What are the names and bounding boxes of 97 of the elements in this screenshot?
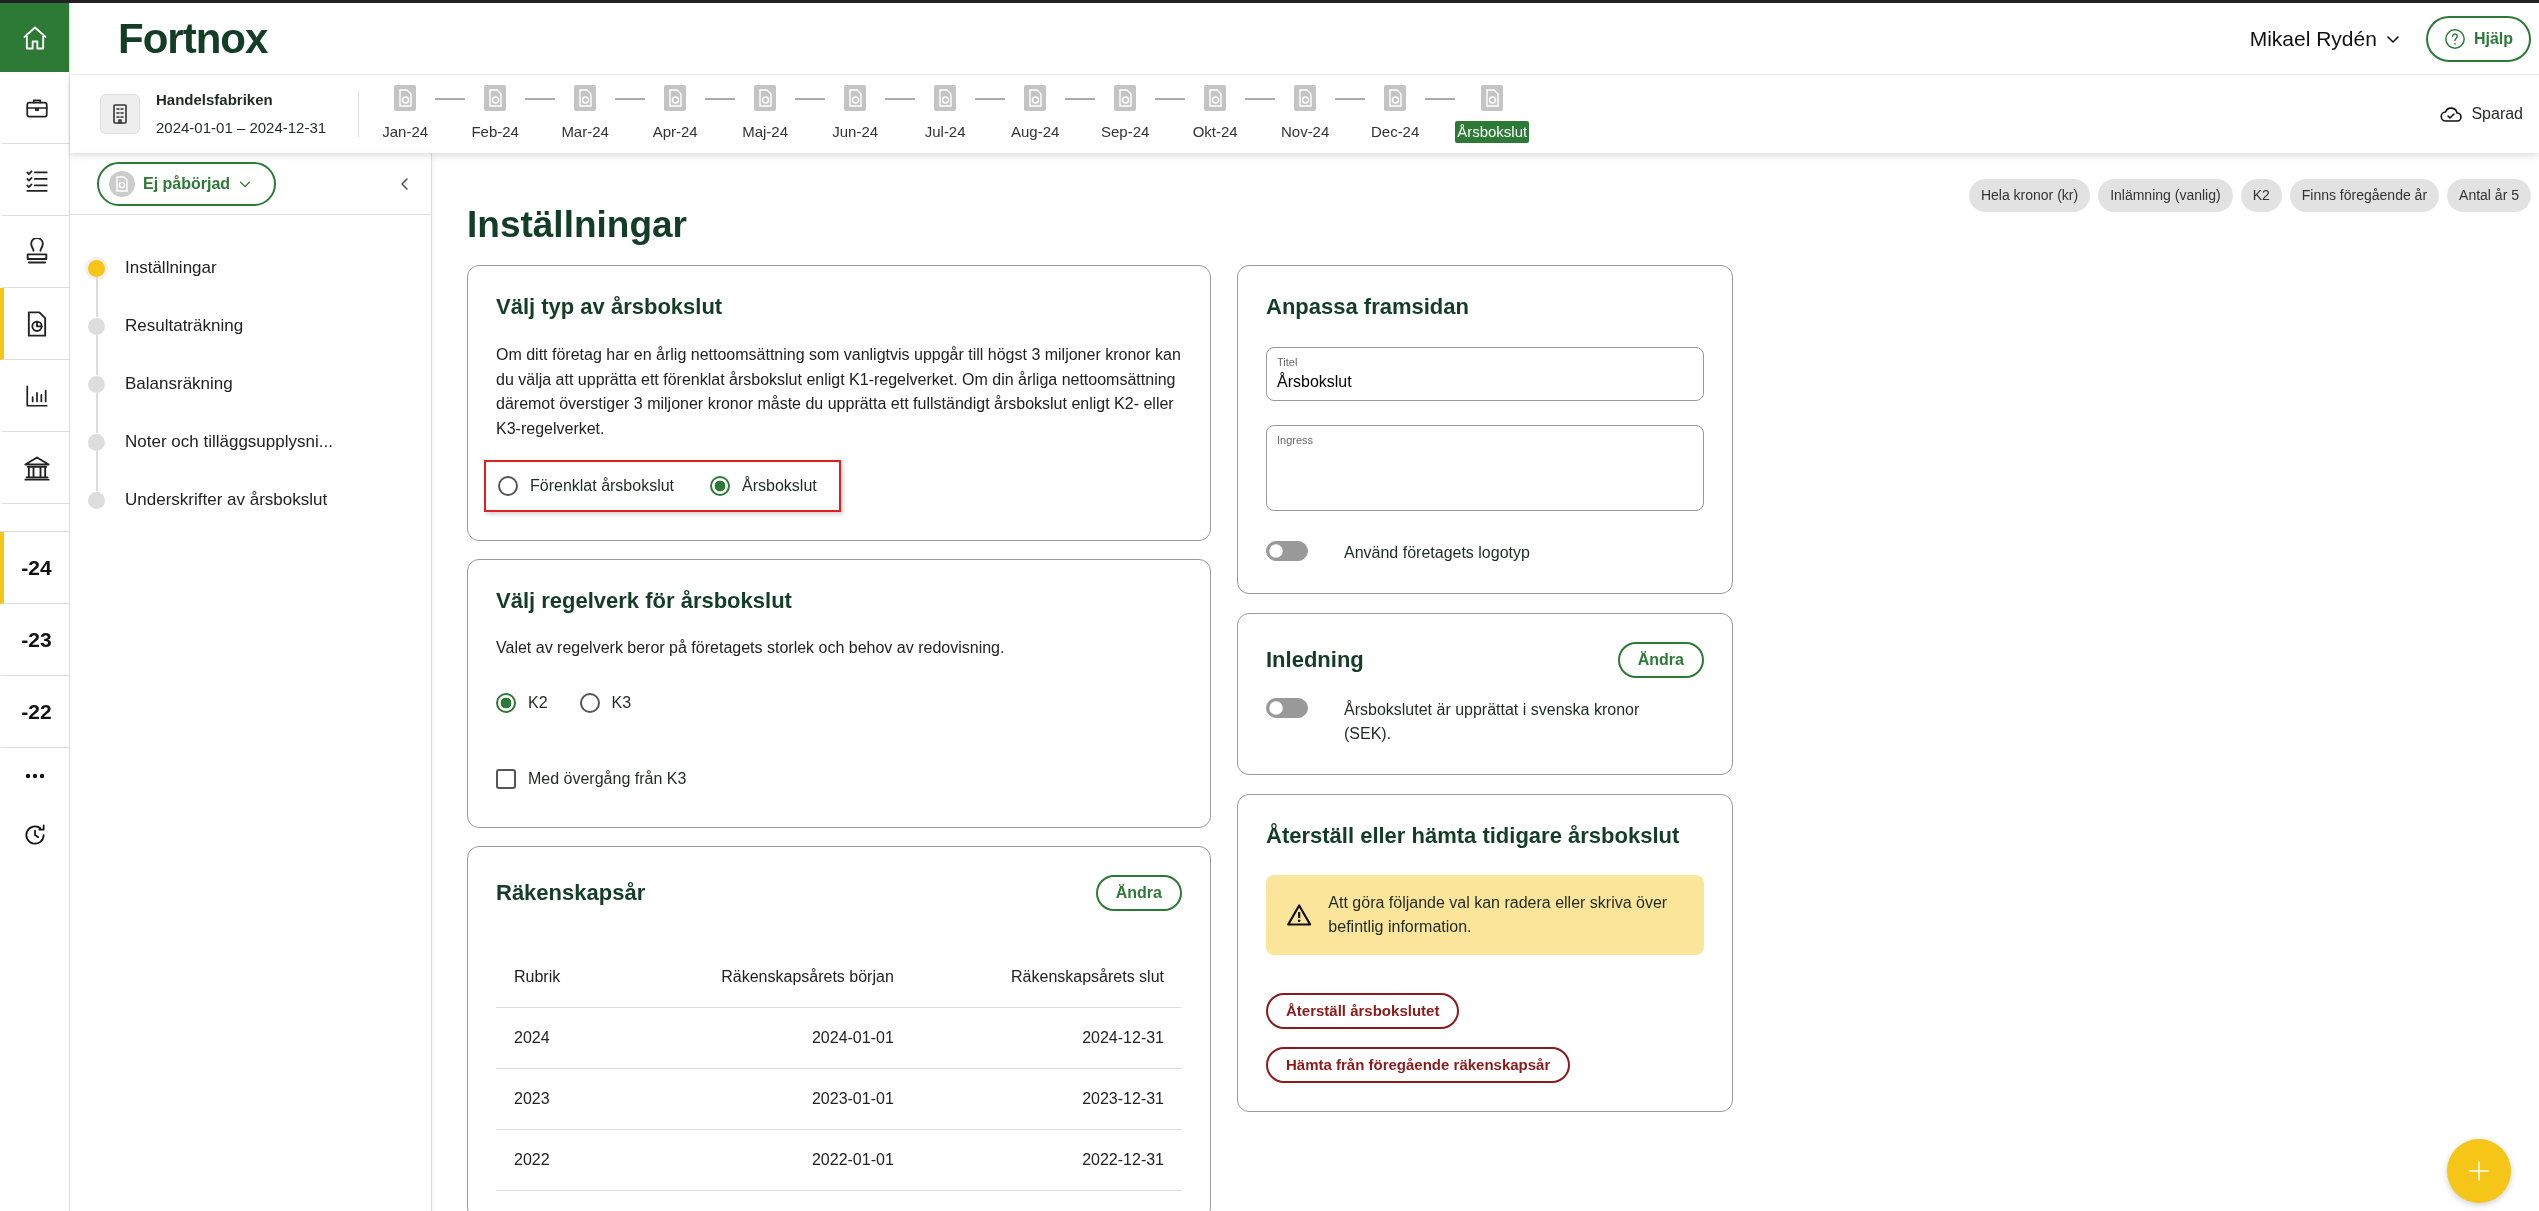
ingress-field[interactable]: Ingress — [1266, 425, 1704, 511]
edit-button[interactable]: Ändra — [1095, 875, 1182, 912]
info-tag: Finns föregående år — [2289, 179, 2440, 212]
document-icon — [664, 84, 687, 111]
help-button[interactable]: Hjälp — [2425, 15, 2531, 62]
period-tab[interactable]: Aug-24 — [1005, 84, 1066, 144]
step-link[interactable]: Balansräkning — [125, 371, 233, 397]
document-icon — [1204, 84, 1227, 111]
period-tab[interactable]: Apr-24 — [645, 84, 706, 144]
period-tab[interactable]: Mar-24 — [555, 84, 616, 144]
year-tab[interactable]: -24 — [0, 532, 69, 604]
warning-alert: Att göra följande val kan radera eller skriva över befintlig information. — [1266, 875, 1704, 956]
period-tab[interactable]: Okt-24 — [1185, 84, 1246, 144]
table-cell: 2022-01-01 — [613, 1129, 912, 1191]
step-link[interactable]: Resultaträkning — [125, 313, 244, 339]
period-tab[interactable]: Feb-24 — [465, 84, 526, 144]
card-title: Välj regelverk för årsbokslut — [496, 587, 792, 615]
step-link[interactable]: Underskrifter av årsbokslut — [125, 487, 328, 513]
card-title: Räkenskapsår — [496, 879, 646, 907]
more-icon — [24, 773, 45, 779]
document-icon — [1024, 84, 1047, 111]
period-tab[interactable]: Sep-24 — [1095, 84, 1156, 144]
document-icon — [934, 84, 957, 111]
field-label: Ingress — [1277, 433, 1315, 449]
field-label: Titel — [1277, 354, 1299, 370]
cloud-check-icon — [2439, 104, 2464, 124]
help-icon — [2443, 27, 2466, 50]
table-cell: 2024-12-31 — [911, 1007, 1182, 1069]
checkbox-label: Med övergång från K3 — [528, 769, 687, 790]
column-header: Rubrik — [496, 947, 614, 1008]
document-icon — [844, 84, 867, 111]
home-button[interactable] — [0, 3, 69, 72]
page-title: Inställningar — [467, 203, 687, 247]
step-link[interactable]: Noter och tilläggsupplysni... — [125, 429, 333, 455]
info-tag: Inlämning (vanlig) — [2098, 179, 2233, 212]
radio-button[interactable] — [710, 475, 731, 496]
save-status: Sparad — [2471, 104, 2523, 124]
document-icon — [484, 84, 507, 111]
period-range: 2024-01-01 – 2024-12-31 — [156, 118, 327, 138]
card-title: Välj typ av årsbokslut — [496, 294, 723, 321]
document-icon — [1114, 84, 1137, 111]
document-icon — [394, 84, 417, 111]
document-icon — [574, 84, 597, 111]
card-title: Inledning — [1266, 646, 1364, 673]
document-icon — [1384, 84, 1407, 111]
info-tag: K2 — [2240, 179, 2282, 212]
table-cell: 2024 — [496, 1007, 614, 1069]
period-tab[interactable]: Jul-24 — [915, 84, 976, 144]
description-text: Om ditt företag har en årlig nettoomsättning som vanligtvis uppgår till högst 3 miljoner kronor kan du välja att upprätta ett förenklat årsbokslut enligt K1-regelverket. Om din årliga nettoomsättning däremot överstiger 3 miljoner kronor måste du upprätta ett fullständigt årsbokslut enligt K2- eller K3-regelverket. — [496, 344, 1182, 440]
table-cell: 2023-01-01 — [613, 1068, 912, 1130]
option-label: Förenklat årsbokslut — [530, 475, 675, 496]
toggle-switch[interactable] — [1266, 697, 1308, 718]
info-tag: Hela kronor (kr) — [1968, 179, 2091, 212]
radio-button[interactable] — [498, 475, 518, 496]
document-icon — [1294, 84, 1317, 111]
step-link[interactable]: Inställningar — [125, 255, 217, 281]
user-menu[interactable]: Mikael Rydén — [2248, 21, 2402, 56]
action-button[interactable]: Hämta från föregående räkenskapsår — [1266, 1047, 1571, 1084]
option-label: Årsbokslut — [742, 475, 817, 496]
action-button[interactable]: Återställ årsbokslutet — [1266, 993, 1460, 1030]
period-tab[interactable]: Dec-24 — [1365, 84, 1426, 144]
building-icon — [110, 103, 130, 125]
edit-button[interactable]: Ändra — [1617, 641, 1704, 678]
period-tab[interactable]: Maj-24 — [735, 84, 796, 144]
card-title: Anpassa framsidan — [1266, 294, 1469, 321]
option-label: K3 — [611, 693, 632, 714]
checkbox[interactable] — [496, 769, 516, 790]
period-tab[interactable]: Jan-24 — [375, 84, 436, 144]
toggle-switch[interactable] — [1266, 540, 1308, 561]
period-tab[interactable]: Årsbokslut — [1455, 84, 1530, 144]
status-dropdown[interactable]: Ej påbörjad — [97, 161, 277, 206]
title-field[interactable]: Titel Årsbokslut — [1266, 346, 1704, 402]
description-text: Valet av regelverk beror på företagets storlek och behov av redovisning. — [496, 638, 1006, 659]
document-icon — [754, 84, 777, 111]
option-label: K2 — [528, 693, 548, 714]
plus-icon — [2468, 1160, 2490, 1182]
period-tab[interactable]: Nov-24 — [1275, 84, 1336, 144]
info-tag: Antal år 5 — [2447, 179, 2531, 212]
toggle-label: Årsbokslutet är upprättat i svenska kronor (SEK). — [1344, 699, 1641, 744]
column-header: Räkenskapsårets början — [613, 947, 912, 1008]
document-icon — [1481, 84, 1504, 111]
document-icon — [109, 170, 135, 197]
table-cell: 2022-12-31 — [911, 1129, 1182, 1191]
radio-button[interactable] — [496, 693, 516, 714]
toggle-label: Använd företagets logotyp — [1344, 542, 1530, 563]
column-header: Räkenskapsårets slut — [911, 947, 1182, 1008]
table-cell: 2023-12-31 — [911, 1068, 1182, 1130]
logo-text: Fortnox — [118, 14, 268, 64]
radio-button[interactable] — [579, 693, 600, 714]
table-cell: 2022 — [496, 1129, 614, 1191]
sidebar-nav-button[interactable] — [0, 288, 69, 360]
company-name: Handelsfabriken — [156, 89, 274, 110]
text-input[interactable]: Årsbokslut — [1277, 370, 1693, 395]
table-cell: 2023 — [496, 1068, 614, 1130]
card-title: Återställ eller hämta tidigare årsbokslut — [1266, 822, 1680, 850]
table-cell: 2024-01-01 — [613, 1007, 912, 1069]
period-tab[interactable]: Jun-24 — [825, 84, 886, 144]
